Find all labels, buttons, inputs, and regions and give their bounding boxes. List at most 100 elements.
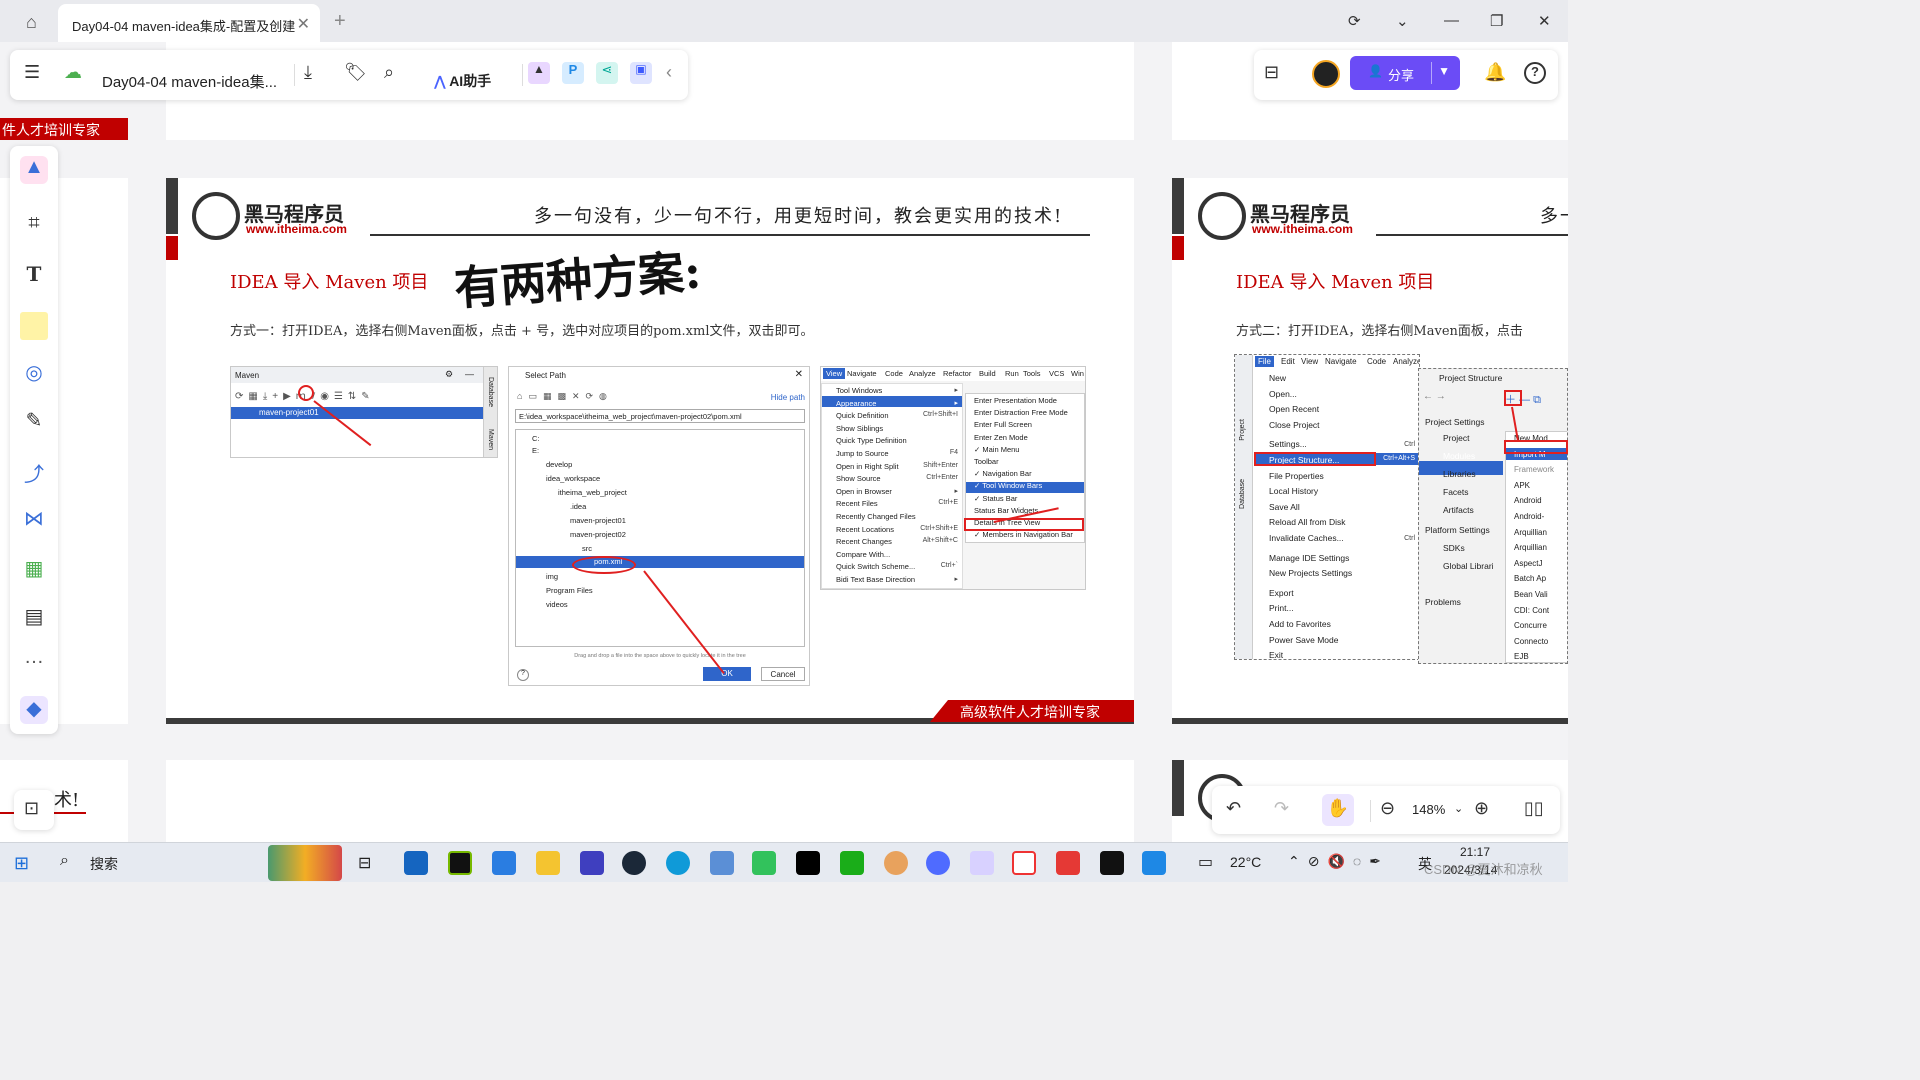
mindmap-tool-icon[interactable]: ⋈ (20, 506, 48, 534)
search-icon[interactable]: ⌕ (384, 62, 394, 83)
minimize-icon[interactable]: — (1444, 12, 1459, 29)
ai-assistant-button[interactable]: ⋀ AI助手 (434, 71, 491, 91)
window-close-icon[interactable]: ✕ (1538, 12, 1551, 30)
zoom-in-icon[interactable]: ⊕ (1474, 798, 1489, 819)
wps-icon[interactable] (1056, 851, 1080, 875)
share-button[interactable]: 👤 分享 ▼ (1350, 56, 1460, 90)
view-menu-item: Compare With... (836, 549, 891, 559)
nvidia-icon[interactable] (448, 851, 472, 875)
task-view-icon[interactable]: ⊟ (358, 853, 371, 873)
clock-time[interactable]: 21:17 (1460, 845, 1490, 859)
project-structure-nav-item: Artifacts (1443, 505, 1474, 515)
steam-icon[interactable] (622, 851, 646, 875)
project-structure-nav-item: SDKs (1443, 543, 1465, 553)
bell-icon[interactable]: 🔔 (1484, 62, 1506, 83)
undo-icon[interactable]: ↶ (1226, 798, 1241, 819)
close-tab-icon[interactable]: ✕ (297, 14, 310, 34)
chevron-down-icon[interactable]: ⌄ (1454, 802, 1463, 815)
file-menu-screenshot: Project Database File Edit View Navigate… (1234, 354, 1420, 660)
slide-title: IDEA 导入 Maven 项目 (230, 272, 429, 293)
book-view-icon[interactable]: ▯▯ (1524, 798, 1544, 819)
file-menu-item: Manage IDE Settings (1269, 552, 1350, 563)
hand-tool-icon[interactable]: ✋ (1322, 794, 1354, 826)
avatar[interactable] (1312, 60, 1340, 88)
dragon-widget-icon[interactable] (268, 845, 342, 881)
comment-app-icon[interactable]: ▣ (630, 62, 652, 84)
collapse-icon[interactable]: ‹ (666, 62, 672, 83)
help-icon[interactable]: ? (1524, 62, 1546, 84)
tiktok-icon[interactable] (796, 851, 820, 875)
app-icon[interactable] (580, 851, 604, 875)
tag-icon[interactable]: 🏷 (344, 62, 367, 83)
zoom-level[interactable]: 148% (1412, 802, 1445, 817)
windows-start-icon[interactable]: ⊞ (14, 853, 29, 874)
image-tool-icon[interactable]: ▲ (528, 62, 550, 84)
new-tab-button[interactable]: + (334, 10, 346, 33)
download-icon[interactable]: ⤓ (304, 62, 312, 83)
file-tree: C: E: develop idea_workspace itheima_web… (515, 429, 805, 647)
snip-icon[interactable] (1012, 851, 1036, 875)
menu-icon[interactable]: ☰ (24, 62, 40, 83)
view-menu-shortcut: ▸ (954, 387, 958, 394)
file-menu-item: File Properties (1269, 470, 1324, 481)
pet-icon[interactable] (884, 851, 908, 875)
browser-tab[interactable]: Day04-04 maven-idea集成-配置及创建 ✕ (58, 4, 320, 42)
sticky-note-icon[interactable] (20, 312, 48, 340)
minimap-button[interactable]: ⊡ (14, 790, 54, 830)
chevron-down-icon[interactable]: ⌄ (1396, 12, 1409, 30)
drag-hint: Drag and drop a file into the space abov… (574, 653, 746, 659)
slide-right[interactable]: 黑马程序员 www.itheima.com 多一 IDEA 导入 Maven 项… (1172, 178, 1568, 724)
slide-footer-band (1172, 718, 1568, 724)
tray-icons[interactable]: ⌃⊘🔇◌✒ (1288, 853, 1389, 870)
frame-icon[interactable]: ⌗ (20, 212, 48, 240)
slide-main[interactable]: 黑马程序员 www.itheima.com 多一句没有，少一句不行，用更短时间，… (166, 178, 1134, 724)
wechat-icon[interactable] (840, 851, 864, 875)
refresh-icon[interactable]: ⟳ (1348, 12, 1361, 30)
template-icon[interactable]: ▲ (20, 156, 48, 184)
shape-icon[interactable]: ◎ (20, 360, 48, 388)
table-icon[interactable]: ▦ (20, 556, 48, 584)
file-menu-item: Open... (1269, 388, 1297, 399)
home-icon[interactable]: ⌂ (26, 12, 46, 32)
whiteboard-canvas[interactable]: 术! 件人才培训专家 黑马程序员 www.itheima.com 多一句没有，少… (0, 42, 1568, 842)
search-icon[interactable]: ⌕ (60, 852, 69, 870)
cloud-sync-icon: ☁ (64, 62, 82, 82)
edge-icon[interactable] (666, 851, 690, 875)
chevron-down-icon[interactable]: ▼ (1438, 64, 1450, 78)
add-popup-item: Batch Ap (1514, 574, 1547, 584)
pen-icon[interactable]: ✎ (20, 408, 48, 436)
photos-icon[interactable] (1142, 851, 1166, 875)
connector-icon[interactable]: ⤴ (20, 458, 48, 486)
annotation-circle-plus (298, 385, 314, 401)
weather-temp[interactable]: 22°C (1230, 854, 1261, 870)
add-popup-item: Concurre (1514, 621, 1547, 631)
slide-right-band-dark (1172, 178, 1184, 234)
document-title[interactable]: Day04-04 maven-idea集... (102, 71, 277, 92)
store-icon[interactable] (404, 851, 428, 875)
b-app-icon[interactable] (970, 851, 994, 875)
mail-icon[interactable] (492, 851, 516, 875)
add-popup-item: Android- (1514, 512, 1545, 521)
video-player-icon[interactable] (752, 851, 776, 875)
capture-icon[interactable] (710, 851, 734, 875)
weather-icon[interactable]: ▭ (1198, 852, 1213, 872)
text-box-icon[interactable]: ▤ (20, 604, 48, 632)
folder-icon[interactable] (536, 851, 560, 875)
zoom-out-icon[interactable]: ⊖ (1380, 798, 1395, 819)
taskbar-search-label[interactable]: 搜索 (90, 854, 118, 874)
p-app-icon[interactable]: P (562, 62, 584, 84)
briefcase-icon[interactable]: ⊟ (1264, 62, 1279, 83)
more-icon[interactable]: … (20, 646, 48, 674)
view-menu-list: Tool Windows ▸ Appearance ▸ Quick Definition… (821, 383, 963, 589)
plugin-icon[interactable]: ◆ (20, 696, 48, 724)
clock-app-icon[interactable] (926, 851, 950, 875)
view-menu-item: Open in Right Split (836, 461, 899, 471)
mindmap-icon[interactable]: ⋖ (596, 62, 618, 84)
view-menu-item: Recent Changes (836, 537, 892, 547)
intellij-icon[interactable] (1100, 851, 1124, 875)
text-tool-icon[interactable]: T (20, 262, 48, 290)
add-popup-item: Framework (1514, 465, 1555, 475)
redo-icon[interactable]: ↷ (1274, 798, 1289, 819)
project-structure-nav-item: Global Librari (1443, 561, 1494, 571)
maximize-icon[interactable]: ❐ (1490, 12, 1503, 30)
